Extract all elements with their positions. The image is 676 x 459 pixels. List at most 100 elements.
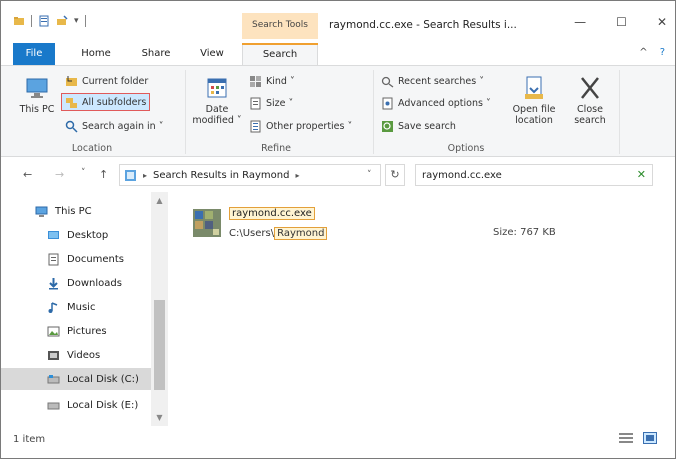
date-modified-label: Date modified ˅ (192, 104, 242, 126)
maximize-button[interactable]: ☐ (616, 15, 627, 29)
tab-share[interactable]: Share (131, 43, 181, 65)
search-results-icon (125, 169, 136, 181)
breadcrumb-path[interactable]: Search Results in Raymond (153, 170, 289, 181)
view-switcher (619, 432, 657, 444)
nav-scrollbar[interactable]: ▲ ▼ (151, 192, 168, 426)
nav-item-label: Local Disk (C:) (67, 373, 139, 385)
collapse-ribbon-button[interactable]: ^ (639, 47, 647, 58)
nav-item-local-disk-c[interactable]: Local Disk (C:) (1, 368, 151, 390)
current-folder-icon (66, 75, 77, 86)
current-folder-button[interactable]: Current folder (65, 72, 148, 90)
tab-view[interactable]: View (189, 43, 235, 65)
nav-item-desktop[interactable]: Desktop (1, 224, 151, 246)
kind-button[interactable]: Kind ˅ (249, 72, 295, 90)
title-bar: ▾ Search Tools raymond.cc.exe - Search R… (1, 1, 675, 39)
ribbon: This PC Current folder All subfolders Se… (1, 65, 675, 157)
recent-searches-icon (381, 76, 394, 88)
recent-searches-label: Recent searches ˅ (398, 75, 484, 87)
tab-file[interactable]: File (13, 43, 55, 65)
other-properties-button[interactable]: Other properties ˅ (249, 117, 352, 135)
result-size: Size: 767 KB (493, 227, 556, 238)
address-row: ← → ˅ ↑ ▸ Search Results in Raymond ▸ ˅ … (1, 158, 675, 192)
customize-qat-icon[interactable]: ▾ (74, 16, 79, 26)
all-subfolders-button[interactable]: All subfolders (61, 93, 151, 111)
close-search-icon (581, 77, 599, 99)
videos-icon (48, 350, 59, 360)
search-query: raymond.cc.exe (422, 169, 502, 181)
nav-item-label: Downloads (67, 277, 122, 289)
result-filename[interactable]: raymond.cc.exe (229, 207, 315, 220)
minimize-button[interactable]: — (574, 15, 586, 29)
up-button[interactable]: ↑ (99, 168, 108, 181)
advanced-options-button[interactable]: Advanced options ˅ (381, 94, 491, 112)
recent-searches-button[interactable]: Recent searches ˅ (381, 72, 484, 90)
nav-item-downloads[interactable]: Downloads (1, 272, 151, 294)
save-search-button[interactable]: Save search (381, 117, 456, 135)
search-again-in-button[interactable]: Search again in ˅ (65, 117, 163, 135)
refresh-button[interactable]: ↻ (385, 164, 405, 186)
result-path: C:\Users\ Raymond (229, 227, 328, 240)
window-title: raymond.cc.exe - Search Results i... (329, 19, 517, 31)
size-icon (250, 97, 261, 109)
nav-item-videos[interactable]: Videos (1, 344, 151, 366)
date-modified-button[interactable]: Date modified ˅ (189, 74, 245, 126)
nav-item-this-pc[interactable]: This PC (1, 200, 151, 222)
help-button[interactable]: ? (660, 47, 665, 58)
all-subfolders-label: All subfolders (82, 96, 147, 108)
properties-list-icon (250, 120, 261, 132)
advanced-options-label: Advanced options ˅ (398, 97, 491, 109)
details-view-icon[interactable] (619, 432, 633, 444)
kind-label: Kind ˅ (266, 75, 295, 87)
new-folder-icon[interactable] (56, 15, 68, 27)
scrollbar-thumb[interactable] (154, 300, 165, 390)
scroll-down-button[interactable]: ▼ (151, 413, 168, 422)
explorer-window: ▾ Search Tools raymond.cc.exe - Search R… (0, 0, 676, 459)
properties-icon[interactable] (38, 15, 50, 27)
quick-access-toolbar: ▾ (13, 15, 86, 27)
back-button[interactable]: ← (23, 168, 32, 181)
close-button[interactable]: ✕ (657, 15, 667, 29)
breadcrumb-separator: ▸ (143, 170, 148, 180)
options-group-label: Options (447, 143, 485, 154)
music-icon (48, 301, 58, 313)
nav-item-music[interactable]: Music (1, 296, 151, 318)
nav-item-label: Music (67, 301, 96, 313)
tab-home[interactable]: Home (71, 43, 121, 65)
group-separator (619, 70, 620, 154)
this-pc-button[interactable]: This PC (17, 74, 57, 115)
pictures-icon (47, 326, 60, 336)
nav-item-documents[interactable]: Documents (1, 248, 151, 270)
drive-icon (47, 374, 60, 383)
recent-locations-button[interactable]: ˅ (81, 168, 86, 178)
search-result-item[interactable]: raymond.cc.exe C:\Users\ Raymond Size: 7… (191, 207, 661, 247)
status-bar: 1 item (1, 426, 675, 458)
nav-item-pictures[interactable]: Pictures (1, 320, 151, 342)
save-search-icon (382, 120, 393, 132)
current-folder-label: Current folder (82, 75, 149, 87)
nav-item-local-disk-e[interactable]: Local Disk (E:) (1, 394, 151, 416)
desktop-icon (48, 230, 59, 239)
nav-item-label: This PC (55, 205, 92, 217)
search-tools-header: Search Tools (242, 13, 318, 39)
nav-item-label: Documents (67, 253, 125, 265)
exe-file-icon (193, 209, 221, 237)
window-controls: — ☐ ✕ (574, 15, 667, 29)
size-button[interactable]: Size ˅ (249, 94, 293, 112)
scroll-up-button[interactable]: ▲ (151, 196, 168, 205)
close-search-button[interactable]: Close search (567, 74, 613, 126)
nav-item-label: Local Disk (E:) (67, 399, 139, 411)
forward-button[interactable]: → (55, 168, 64, 181)
drive-icon (47, 402, 60, 409)
address-bar[interactable]: ▸ Search Results in Raymond ▸ (119, 164, 381, 186)
computer-icon (26, 78, 48, 98)
address-dropdown-button[interactable]: ˅ (367, 170, 372, 180)
open-file-location-button[interactable]: Open file location (505, 74, 563, 126)
result-path-prefix: C:\Users\ (229, 228, 275, 239)
large-icons-view-icon[interactable] (643, 432, 657, 444)
tab-search[interactable]: Search (242, 43, 318, 66)
this-pc-label: This PC (19, 104, 55, 115)
item-count: 1 item (13, 434, 46, 445)
nav-item-label: Desktop (67, 229, 109, 241)
clear-search-icon[interactable]: ✕ (637, 168, 646, 181)
search-input[interactable]: raymond.cc.exe ✕ (415, 164, 653, 186)
